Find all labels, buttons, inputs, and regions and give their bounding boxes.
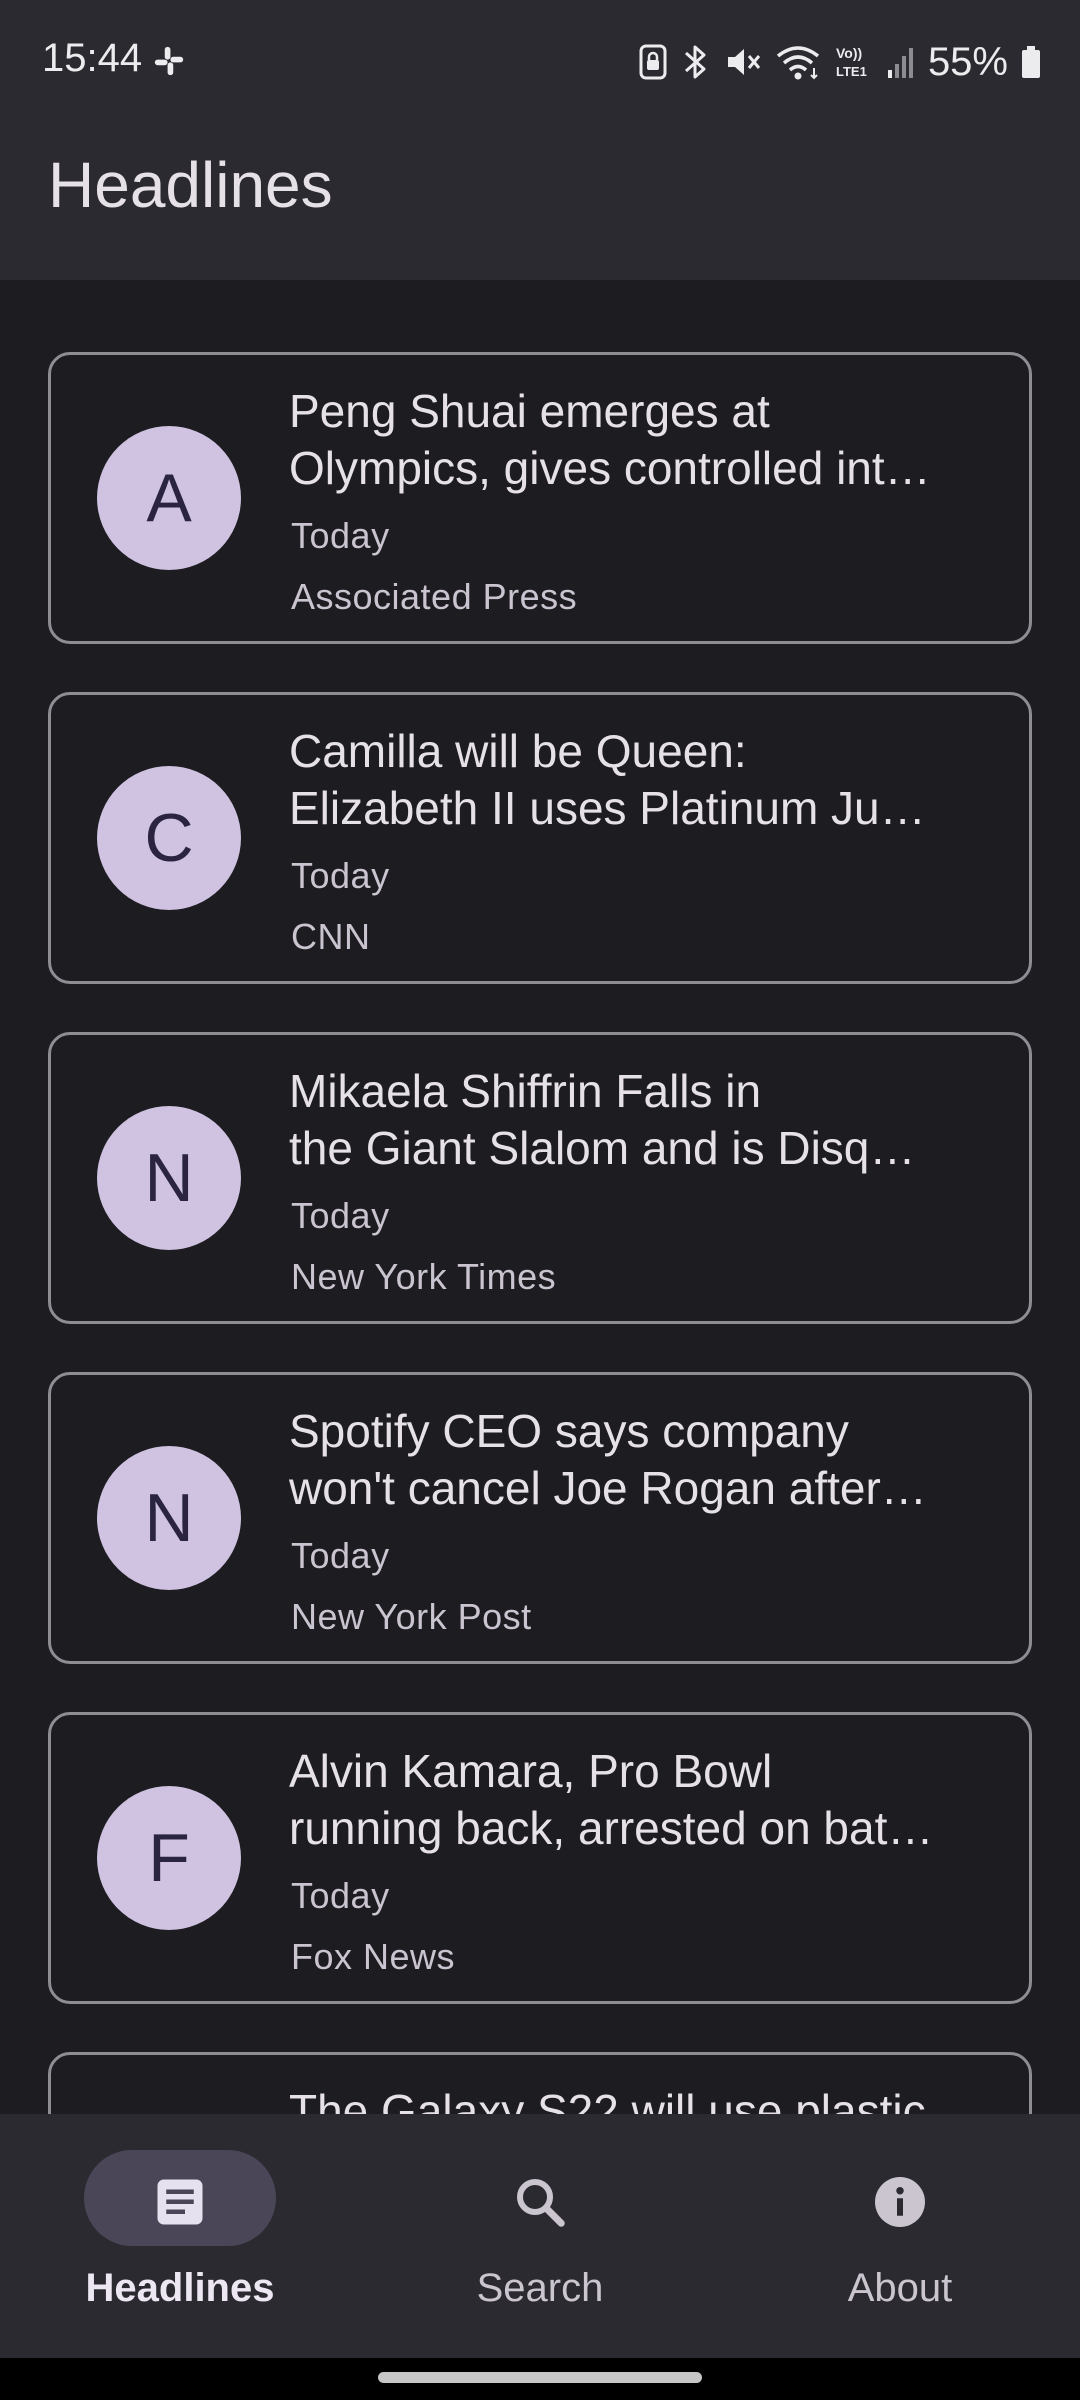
- article-title: Alvin Kamara, Pro Bowl running back, arr…: [289, 1743, 989, 1857]
- info-icon: [875, 2177, 925, 2227]
- news-card[interactable]: N Spotify CEO says company won't cancel …: [48, 1372, 1032, 1664]
- top-app-bar: Headlines: [0, 88, 1080, 280]
- nav-item-about[interactable]: About: [750, 2114, 1050, 2358]
- source-avatar: A: [97, 426, 241, 570]
- volte-icon: Vo)) LTE1: [836, 45, 867, 79]
- source-avatar: N: [97, 1106, 241, 1250]
- article-title-line: Alvin Kamara, Pro Bowl: [289, 1745, 773, 1797]
- article-title-line: Elizabeth II uses Platinum Ju…: [289, 782, 926, 834]
- news-card[interactable]: The Galaxy S22 will use plastic: [48, 2052, 1032, 2114]
- article-source: New York Post: [291, 1596, 532, 1637]
- nav-label-about: About: [847, 2266, 953, 2310]
- news-card[interactable]: F Alvin Kamara, Pro Bowl running back, a…: [48, 1712, 1032, 2004]
- article-title-line: Camilla will be Queen:: [289, 725, 747, 777]
- article-title-line: Spotify CEO says company: [289, 1405, 849, 1457]
- article-title-line: the Giant Slalom and is Disq…: [289, 1122, 916, 1174]
- nav-label-headlines: Headlines: [85, 2266, 275, 2310]
- article-title-line: Olympics, gives controlled int…: [289, 442, 931, 494]
- source-avatar: N: [97, 1446, 241, 1590]
- battery-icon: [1022, 46, 1040, 78]
- slack-icon: [154, 46, 184, 76]
- news-card[interactable]: C Camilla will be Queen: Elizabeth II us…: [48, 692, 1032, 984]
- mute-icon: [727, 49, 761, 75]
- article-source: New York Times: [291, 1256, 557, 1297]
- nav-label-search: Search: [476, 2266, 604, 2310]
- source-avatar: F: [97, 1786, 241, 1930]
- article-title: Peng Shuai emerges at Olympics, gives co…: [289, 383, 989, 497]
- article-date: Today: [291, 855, 390, 896]
- article-source: Associated Press: [291, 576, 578, 617]
- article-icon: [157, 2179, 203, 2225]
- screen: 15:44 Vo)) LTE1 55% Headlines A Peng Shu…: [0, 0, 1080, 2400]
- home-indicator[interactable]: [378, 2372, 702, 2383]
- page-title: Headlines: [48, 149, 333, 221]
- article-date: Today: [291, 515, 390, 556]
- article-title: Spotify CEO says company won't cancel Jo…: [289, 1403, 989, 1517]
- article-title: Camilla will be Queen: Elizabeth II uses…: [289, 723, 989, 837]
- bluetooth-icon: [684, 45, 706, 79]
- battery-percent: 55%: [927, 39, 1008, 84]
- article-title-line: The Galaxy S22 will use plastic: [289, 2085, 926, 2114]
- article-title: The Galaxy S22 will use plastic: [289, 2083, 989, 2114]
- article-title-line: won't cancel Joe Rogan after…: [289, 1462, 927, 1514]
- article-source: Fox News: [291, 1936, 456, 1977]
- status-bar: 15:44 Vo)) LTE1 55%: [0, 0, 1080, 88]
- svg-text:LTE1: LTE1: [836, 64, 867, 79]
- article-title-line: running back, arrested on bat…: [289, 1802, 934, 1854]
- nav-item-headlines[interactable]: Headlines: [30, 2114, 330, 2358]
- article-source: CNN: [291, 916, 371, 957]
- bottom-navigation: Headlines Search About: [0, 2114, 1080, 2358]
- article-date: Today: [291, 1535, 390, 1576]
- svg-text:Vo)): Vo)): [836, 45, 862, 61]
- wifi-icon: [776, 46, 820, 80]
- signal-icon: [887, 48, 913, 78]
- source-avatar: C: [97, 766, 241, 910]
- nav-item-search[interactable]: Search: [390, 2114, 690, 2358]
- headlines-list[interactable]: A Peng Shuai emerges at Olympics, gives …: [0, 280, 1080, 2114]
- article-date: Today: [291, 1195, 390, 1236]
- news-card[interactable]: A Peng Shuai emerges at Olympics, gives …: [48, 352, 1032, 644]
- article-title-line: Peng Shuai emerges at: [289, 385, 770, 437]
- gesture-bar: [0, 2358, 1080, 2400]
- article-title-line: Mikaela Shiffrin Falls in: [289, 1065, 762, 1117]
- article-title: Mikaela Shiffrin Falls in the Giant Slal…: [289, 1063, 989, 1177]
- status-icons: Vo)) LTE1 55%: [638, 38, 1042, 86]
- search-icon: [517, 2179, 565, 2227]
- status-time: 15:44: [42, 36, 143, 80]
- news-card[interactable]: N Mikaela Shiffrin Falls in the Giant Sl…: [48, 1032, 1032, 1324]
- article-date: Today: [291, 1875, 390, 1916]
- lock-rotate-icon: [639, 44, 667, 80]
